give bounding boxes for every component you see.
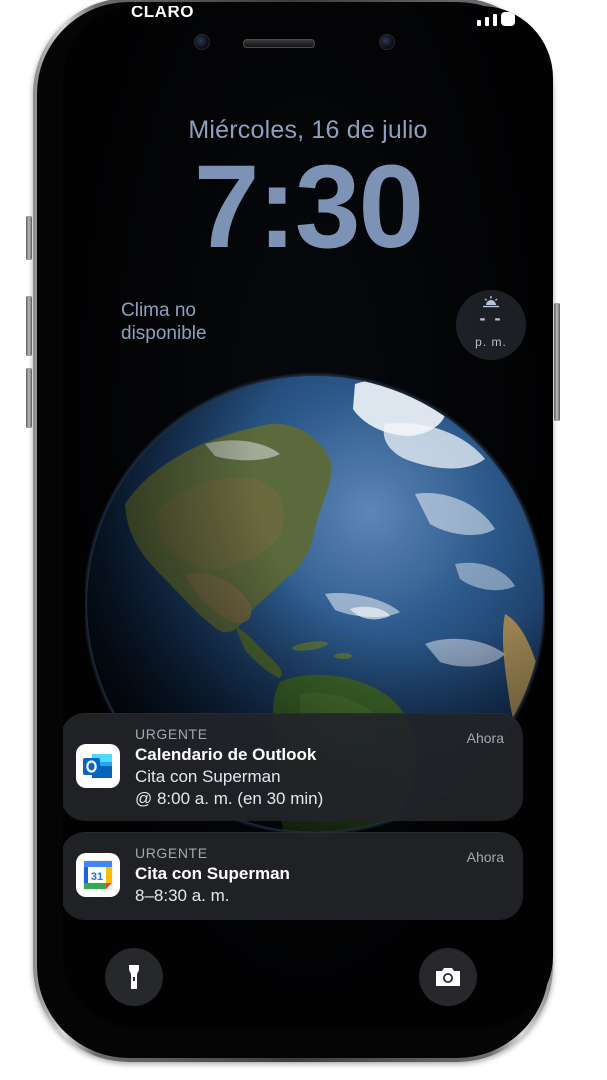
flashlight-icon bbox=[129, 965, 139, 989]
power-button bbox=[554, 303, 560, 421]
sunset-period: p. m. bbox=[475, 335, 507, 349]
flashlight-button[interactable] bbox=[105, 948, 163, 1006]
weather-widget[interactable]: Clima no disponible bbox=[121, 299, 261, 345]
sensor-icon bbox=[379, 34, 395, 50]
notification-category: URGENTE bbox=[135, 845, 208, 861]
action-button bbox=[26, 216, 32, 260]
sunset-value: - - bbox=[479, 308, 503, 328]
notification-title: Calendario de Outlook bbox=[135, 745, 317, 764]
notification-time: Ahora bbox=[466, 849, 504, 865]
weather-widget-line1: Clima no bbox=[121, 300, 196, 321]
speaker-grille bbox=[243, 39, 315, 48]
notification-outlook[interactable]: URGENTE Ahora Calendario de Outlook Cita… bbox=[63, 713, 523, 821]
google-calendar-icon-text: 31 bbox=[91, 871, 103, 883]
notification-category: URGENTE bbox=[135, 726, 208, 742]
notification-line: Cita con Superman bbox=[135, 767, 281, 786]
volume-up-button bbox=[26, 296, 32, 356]
google-calendar-icon: 31 bbox=[76, 853, 120, 897]
sunset-icon bbox=[483, 296, 499, 308]
signal-icon bbox=[477, 12, 515, 26]
notification-time: Ahora bbox=[466, 730, 504, 746]
weather-widget-line2: disponible bbox=[121, 323, 207, 344]
lock-clock: 7:30 bbox=[193, 141, 424, 273]
notification-line: @ 8:00 a. m. (en 30 min) bbox=[135, 789, 324, 808]
lock-screen: CLARO Miércoles, 16 de julio 7:30 Clima … bbox=[63, 6, 553, 1028]
volume-down-button bbox=[26, 368, 32, 428]
sunset-widget[interactable]: - - p. m. bbox=[456, 290, 526, 360]
notification-line: 8–8:30 a. m. bbox=[135, 886, 230, 905]
notification-title: Cita con Superman bbox=[135, 864, 290, 883]
carrier-label: CLARO bbox=[131, 6, 194, 21]
outlook-icon bbox=[76, 744, 120, 788]
camera-button[interactable] bbox=[419, 948, 477, 1006]
notification-google-calendar[interactable]: 31 URGENTE Ahora Cita con Superman 8–8:3… bbox=[63, 832, 523, 920]
front-camera-icon bbox=[194, 34, 210, 50]
camera-icon bbox=[436, 968, 460, 986]
